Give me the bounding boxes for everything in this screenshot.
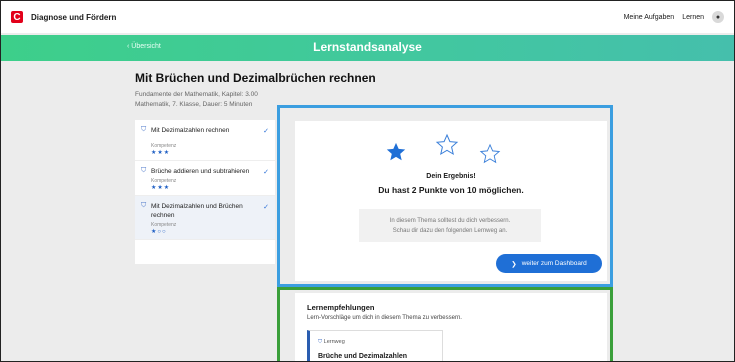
subtopic-item[interactable]: ⛉ Mit Dezimalzahlen rechnen ✓ Kompetenz … xyxy=(135,120,275,161)
kompetenz-stars: ★★★ xyxy=(151,185,171,191)
subtopic-label: Mit Dezimalzahlen und Brüchen rechnen xyxy=(151,203,243,219)
to-dashboard-button[interactable]: ❯ weiter zum Dashboard xyxy=(496,254,602,273)
header-nav: Meine Aufgaben Lernen ● xyxy=(624,11,724,23)
star-outline-icon xyxy=(435,133,459,156)
kompetenz-stars: ★★★ xyxy=(151,150,171,156)
top-header: C Diagnose und Fördern Meine Aufgaben Le… xyxy=(1,1,734,33)
result-stars xyxy=(295,129,607,164)
page-banner: ‹ Übersicht Lernstandsanalyse xyxy=(1,35,734,61)
star-outline-icon xyxy=(479,143,501,164)
page-title: Lernstandsanalyse xyxy=(313,40,422,54)
lernweg-card[interactable]: ⛉ Lernweg Brüche und Dezimalzahlen xyxy=(307,330,443,361)
nav-learn[interactable]: Lernen xyxy=(682,14,704,21)
app-frame: C Diagnose und Fördern Meine Aufgaben Le… xyxy=(0,0,735,362)
recommendations-card: Lernempfehlungen Lern-Vorschläge um dich… xyxy=(295,293,607,361)
recommendations-title: Lernempfehlungen xyxy=(307,303,375,312)
chevron-right-icon: ❯ xyxy=(511,260,517,268)
result-points: Du hast 2 Punkte von 10 möglichen. xyxy=(378,185,524,195)
subtopic-label: Brüche addieren und subtrahieren xyxy=(151,168,250,175)
checkmark-icon: ✓ xyxy=(263,169,269,176)
subtopic-item-active[interactable]: ⛉ Mit Dezimalzahlen und Brüchen rechnen … xyxy=(135,196,275,240)
app-title: Diagnose und Fördern xyxy=(31,12,117,22)
kompetenz-stars: ★○○ xyxy=(151,229,167,235)
bookmark-icon: ⛉ xyxy=(141,126,147,133)
checkmark-icon: ✓ xyxy=(263,204,269,211)
to-dashboard-label: weiter zum Dashboard xyxy=(521,260,587,267)
subtopic-list: ⛉ Mit Dezimalzahlen rechnen ✓ Kompetenz … xyxy=(135,120,275,264)
brand-logo[interactable]: C xyxy=(11,11,23,23)
star-filled-icon xyxy=(386,142,406,161)
user-avatar-icon[interactable]: ● xyxy=(712,11,724,23)
advice-line1: In diesem Thema solltest du dich verbess… xyxy=(389,218,511,224)
result-title: Dein Ergebnis! xyxy=(426,173,476,180)
result-card: Dein Ergebnis! Du hast 2 Punkte von 10 m… xyxy=(295,121,607,281)
subtopic-label: Mit Dezimalzahlen rechnen xyxy=(151,127,230,134)
bookmark-icon: ⛉ xyxy=(141,167,147,174)
topic-title: Mit Brüchen und Dezimalbrüchen rechnen xyxy=(135,71,376,85)
recommendations-subtitle: Lern-Vorschläge um dich in diesem Thema … xyxy=(307,315,462,321)
lernweg-label-text: Lernweg xyxy=(323,339,345,345)
advice-line2: Schau dir dazu den folgenden Lernweg an. xyxy=(392,228,508,234)
lernweg-title: Brüche und Dezimalzahlen xyxy=(318,353,408,360)
bookmark-icon: ⛉ xyxy=(141,202,147,209)
checkmark-icon: ✓ xyxy=(263,128,269,135)
advice-box: In diesem Thema solltest du dich verbess… xyxy=(359,209,541,242)
subtopic-item[interactable]: ⛉ Brüche addieren und subtrahieren ✓ Kom… xyxy=(135,161,275,196)
lernweg-label: ⛉ Lernweg xyxy=(318,339,345,346)
topic-meta-line1: Fundamente der Mathematik, Kapitel: 3.00 xyxy=(135,91,258,98)
nav-my-tasks[interactable]: Meine Aufgaben xyxy=(624,14,675,21)
